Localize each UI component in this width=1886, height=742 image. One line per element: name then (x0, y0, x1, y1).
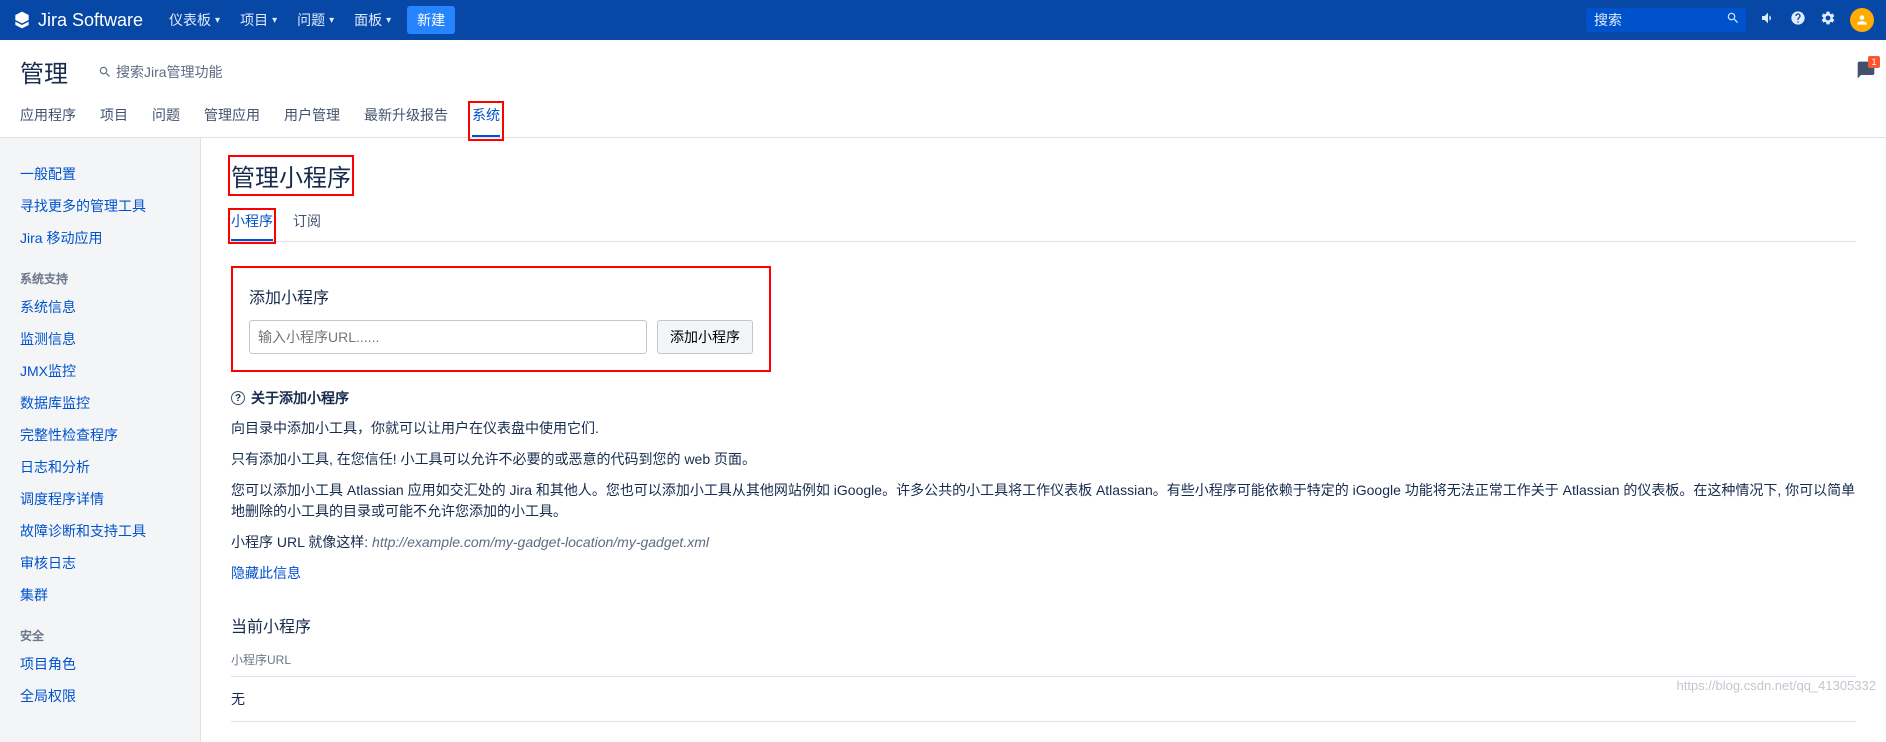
sidebar-head-support: 系统支持 (20, 270, 200, 287)
sub-header: 管理 搜索Jira管理功能 应用程序 项目 问题 管理应用 用户管理 最新升级报… (0, 40, 1886, 138)
about-p3: 您可以添加小工具 Atlassian 应用如交汇处的 Jira 和其他人。您也可… (231, 480, 1856, 522)
jira-logo-icon (12, 10, 32, 30)
admin-search[interactable]: 搜索Jira管理功能 (98, 62, 223, 82)
table-header-url: 小程序URL (231, 651, 1856, 677)
add-heading: 添加小程序 (249, 284, 753, 308)
page-title: 管理小程序 (231, 158, 351, 193)
avatar-icon (1855, 13, 1869, 27)
body: 一般配置 寻找更多的管理工具 Jira 移动应用 系统支持 系统信息 监测信息 … (0, 138, 1886, 742)
watermark: https://blog.csdn.net/qq_41305332 (1677, 678, 1877, 693)
sidebar-item-general[interactable]: 一般配置 (20, 158, 200, 190)
feedback-icon[interactable]: 1 (1856, 60, 1876, 86)
logo[interactable]: Jira Software (12, 10, 143, 31)
search-icon (98, 65, 112, 79)
sidebar-item-mobile[interactable]: Jira 移动应用 (20, 222, 200, 254)
sub-tab-user-mgmt[interactable]: 用户管理 (284, 105, 340, 137)
inner-tabs: 小程序 订阅 (231, 211, 1856, 242)
chevron-down-icon: ▾ (329, 15, 334, 26)
sub-tab-issues[interactable]: 问题 (152, 105, 180, 137)
sub-tab-system[interactable]: 系统 (472, 105, 500, 137)
sidebar-item-cluster[interactable]: 集群 (20, 579, 200, 611)
hide-info-link[interactable]: 隐藏此信息 (231, 565, 301, 581)
sub-tab-upgrade[interactable]: 最新升级报告 (364, 105, 448, 137)
sub-tab-projects[interactable]: 项目 (100, 105, 128, 137)
sidebar-item-audit[interactable]: 审核日志 (20, 547, 200, 579)
sidebar-item-sysinfo[interactable]: 系统信息 (20, 291, 200, 323)
logo-text: Jira Software (38, 10, 143, 31)
nav-items: 仪表板▾ 项目▾ 问题▾ 面板▾ 新建 (159, 0, 1586, 40)
sidebar: 一般配置 寻找更多的管理工具 Jira 移动应用 系统支持 系统信息 监测信息 … (0, 138, 200, 742)
sidebar-head-security: 安全 (20, 627, 200, 644)
help-icon[interactable] (1790, 10, 1806, 31)
sub-tabs: 应用程序 项目 问题 管理应用 用户管理 最新升级报告 系统 (20, 105, 1866, 137)
chevron-down-icon: ▾ (215, 15, 220, 26)
admin-title: 管理 (20, 54, 68, 89)
search-input[interactable] (1586, 8, 1726, 32)
about-p4: 小程序 URL 就像这样: http://example.com/my-gadg… (231, 532, 1856, 553)
sidebar-item-db[interactable]: 数据库监控 (20, 387, 200, 419)
avatar[interactable] (1850, 8, 1874, 32)
sidebar-item-scheduler[interactable]: 调度程序详情 (20, 483, 200, 515)
sidebar-item-roles[interactable]: 项目角色 (20, 648, 200, 680)
gear-icon[interactable] (1820, 10, 1836, 31)
top-nav: Jira Software 仪表板▾ 项目▾ 问题▾ 面板▾ 新建 (0, 0, 1886, 40)
main-content: 管理小程序 小程序 订阅 添加小程序 添加小程序 ? 关于添加小程序 向目录中添… (200, 138, 1886, 742)
sidebar-item-jmx[interactable]: JMX监控 (20, 355, 200, 387)
current-gadgets-heading: 当前小程序 (231, 613, 1856, 637)
chevron-down-icon: ▾ (272, 15, 277, 26)
sidebar-item-logs[interactable]: 日志和分析 (20, 451, 200, 483)
sidebar-item-troubleshoot[interactable]: 故障诊断和支持工具 (20, 515, 200, 547)
add-gadget-box: 添加小程序 添加小程序 (231, 266, 771, 372)
about-p2: 只有添加小工具, 在您信任! 小工具可以允许不必要的或恶意的代码到您的 web … (231, 449, 1856, 470)
search-wrap[interactable] (1586, 8, 1746, 32)
about-p1: 向目录中添加小工具，你就可以让用户在仪表盘中使用它们. (231, 418, 1856, 439)
tab-subscriptions[interactable]: 订阅 (293, 211, 321, 241)
sidebar-item-monitor[interactable]: 监测信息 (20, 323, 200, 355)
sidebar-item-integrity[interactable]: 完整性检查程序 (20, 419, 200, 451)
sub-tab-manage-apps[interactable]: 管理应用 (204, 105, 260, 137)
search-icon[interactable] (1726, 11, 1740, 30)
nav-dashboards[interactable]: 仪表板▾ (159, 0, 230, 40)
megaphone-icon[interactable] (1760, 10, 1776, 31)
chevron-down-icon: ▾ (386, 15, 391, 26)
nav-projects[interactable]: 项目▾ (230, 0, 287, 40)
tab-gadgets[interactable]: 小程序 (231, 211, 273, 241)
table-row-empty: 无 (231, 677, 1856, 722)
admin-search-placeholder: 搜索Jira管理功能 (116, 62, 223, 82)
sidebar-item-permissions[interactable]: 全局权限 (20, 680, 200, 712)
add-gadget-button[interactable]: 添加小程序 (657, 320, 753, 354)
gadget-url-input[interactable] (249, 320, 647, 354)
sidebar-item-find-tools[interactable]: 寻找更多的管理工具 (20, 190, 200, 222)
nav-issues[interactable]: 问题▾ (287, 0, 344, 40)
top-right (1586, 8, 1874, 32)
sub-tab-apps[interactable]: 应用程序 (20, 105, 76, 137)
notification-badge: 1 (1868, 56, 1880, 68)
about-heading: ? 关于添加小程序 (231, 388, 1856, 408)
create-button[interactable]: 新建 (407, 6, 455, 34)
info-icon: ? (231, 391, 245, 405)
nav-boards[interactable]: 面板▾ (344, 0, 401, 40)
